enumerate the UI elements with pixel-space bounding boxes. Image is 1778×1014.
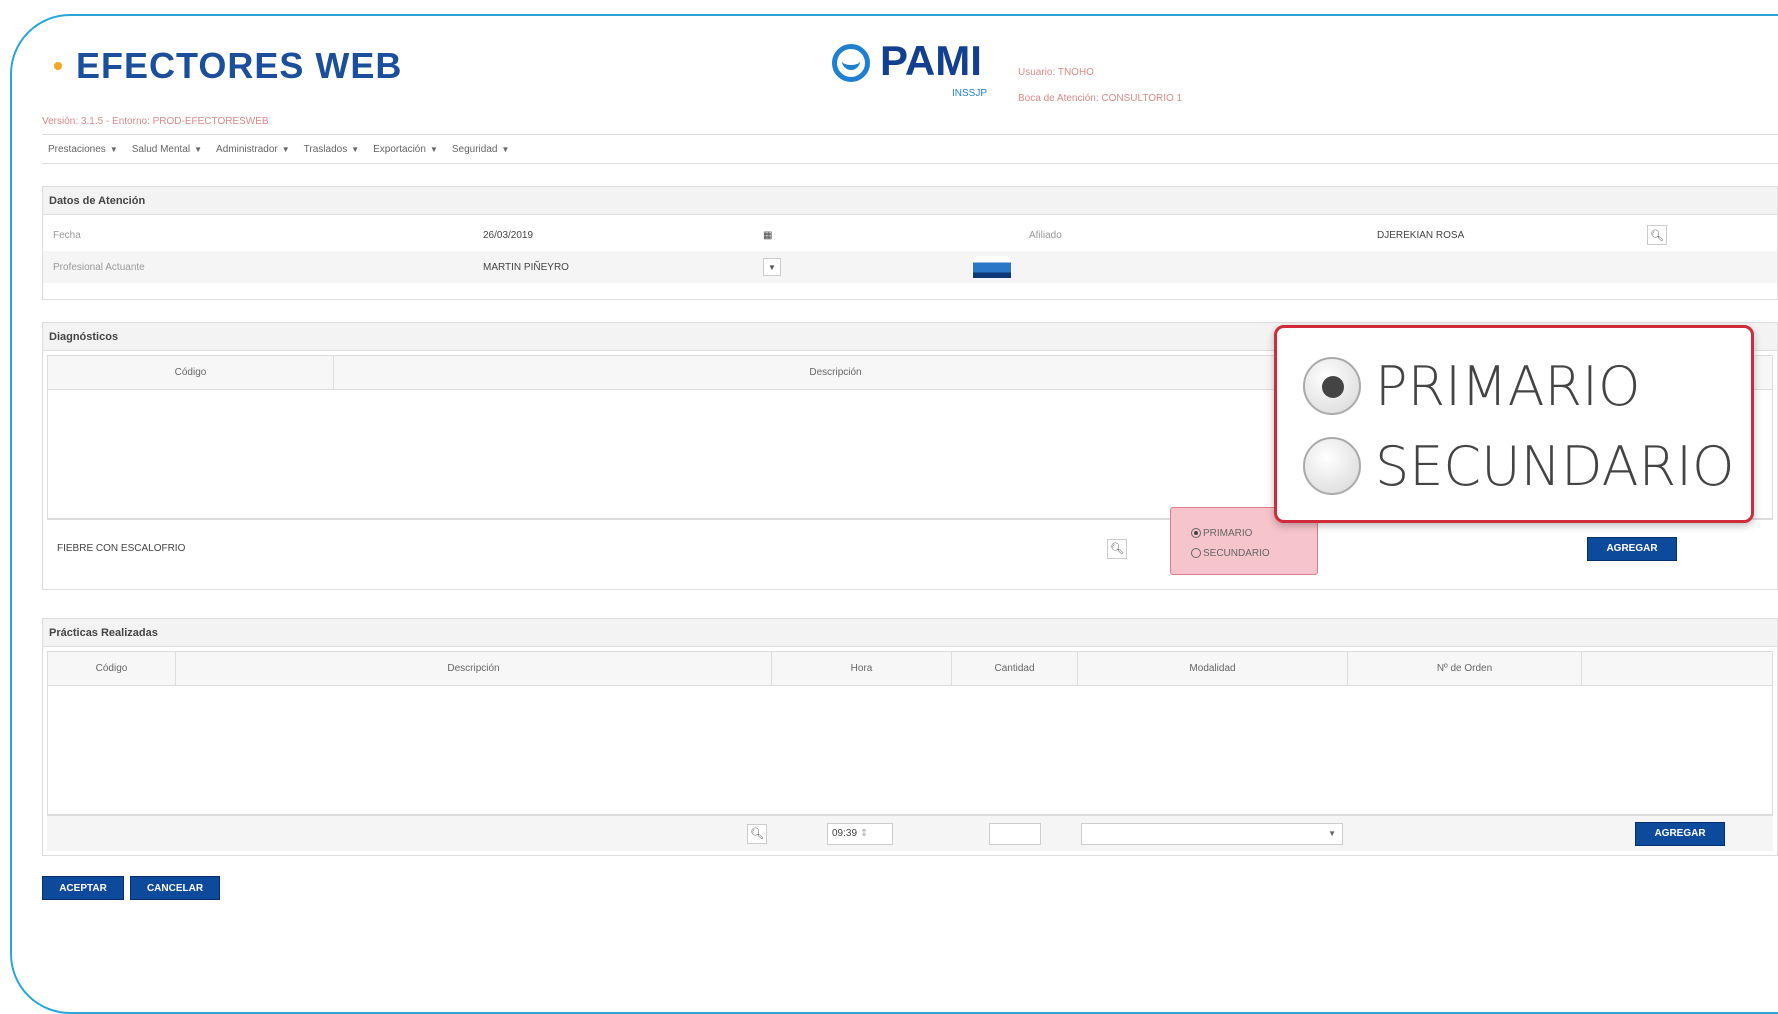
col-modalidad: Modalidad: [1078, 652, 1348, 685]
version-info: Versión: 3.1.5 - Entorno: PROD-EFECTORES…: [42, 116, 269, 127]
col-hora: Hora: [772, 652, 952, 685]
profesional-value[interactable]: MARTIN PIÑEYRO: [483, 262, 763, 273]
profesional-row: Profesional Actuante MARTIN PIÑEYRO ▼: [43, 251, 1777, 283]
search-diagnostico-icon[interactable]: 🔍︎: [1107, 538, 1127, 559]
panel-title: Datos de Atención: [43, 187, 1777, 215]
radio-selected-icon: [1303, 357, 1361, 415]
table-header: Código Descripción Hora Cantidad Modalid…: [48, 652, 1772, 686]
zoom-secundario-label: SECUNDARIO: [1375, 434, 1735, 498]
fecha-label: Fecha: [53, 229, 81, 241]
agregar-practica-button[interactable]: AGREGAR: [1635, 821, 1725, 846]
menu-prestaciones[interactable]: Prestaciones ▼: [48, 144, 118, 155]
menu-label: Salud Mental: [131, 143, 191, 155]
radio-secundario-label: SECUNDARIO: [1203, 548, 1270, 559]
menu-exportacion[interactable]: Exportación ▼: [373, 144, 438, 155]
zoom-callout: PRIMARIO SECUNDARIO: [1274, 325, 1754, 523]
datos-atencion-panel: Datos de Atención Fecha 26/03/2019 ▦ Afi…: [42, 186, 1778, 300]
diagnostico-input-row: FIEBRE CON ESCALOFRIO 🔍︎ AGREGAR: [47, 519, 1773, 577]
radio-primario-label: PRIMARIO: [1203, 528, 1253, 539]
col-descripcion: Descripción: [176, 652, 772, 685]
zoom-secundario-row: SECUNDARIO: [1303, 426, 1751, 506]
calendar-icon[interactable]: ▦: [763, 230, 1029, 241]
practicas-panel: Prácticas Realizadas Código Descripción …: [42, 618, 1778, 856]
col-descripcion: Descripción: [334, 356, 1338, 389]
zoom-primario-label: PRIMARIO: [1375, 354, 1641, 418]
col-cantidad: Cantidad: [952, 652, 1078, 685]
radio-unselected-icon: [1303, 437, 1361, 495]
col-empty: [1582, 652, 1772, 685]
diagnostico-input[interactable]: FIEBRE CON ESCALOFRIO: [47, 543, 1107, 554]
menu-salud-mental[interactable]: Salud Mental ▼: [132, 144, 202, 155]
practica-input-row: 🔍︎ 09:39 ⇕ ▼ AGREGAR: [47, 815, 1773, 851]
fecha-row: Fecha 26/03/2019 ▦ Afiliado DJEREKIAN RO…: [43, 219, 1777, 251]
col-codigo: Código: [48, 356, 334, 389]
chevron-down-icon[interactable]: ▼: [763, 258, 781, 276]
search-practica-icon[interactable]: 🔍︎: [747, 823, 767, 844]
pami-subtitle: INSSJP: [952, 88, 988, 99]
cantidad-input[interactable]: [989, 822, 1041, 845]
menu-seguridad[interactable]: Seguridad ▼: [452, 144, 510, 155]
afiliado-label: Afiliado: [1029, 229, 1062, 241]
hora-input[interactable]: 09:39 ⇕: [827, 822, 893, 845]
zoom-primario-row: PRIMARIO: [1303, 346, 1751, 426]
menu-label: Traslados: [303, 143, 348, 155]
caret-down-icon: ▼: [501, 144, 510, 154]
menu-label: Exportación: [373, 143, 426, 155]
caret-down-icon: ▼: [429, 144, 438, 154]
profesional-label: Profesional Actuante: [53, 261, 145, 273]
panel-title: Prácticas Realizadas: [43, 619, 1777, 647]
aceptar-button[interactable]: ACEPTAR: [42, 876, 124, 900]
app-title: EFECTORES WEB: [54, 45, 402, 87]
col-codigo: Código: [48, 652, 176, 685]
user-label: Usuario: TNOHO: [1018, 67, 1094, 78]
radio-unselected-icon[interactable]: [1191, 548, 1201, 559]
boca-label: Boca de Atención: CONSULTORIO 1: [1018, 93, 1183, 104]
table-body: [48, 686, 1772, 814]
col-orden: Nº de Orden: [1348, 652, 1582, 685]
agregar-diagnostico-button[interactable]: AGREGAR: [1587, 536, 1677, 561]
radio-selected-icon[interactable]: [1191, 528, 1201, 539]
pami-logo: PAMI INSSJP: [832, 37, 987, 99]
bullet-icon: [54, 62, 62, 70]
card-icon: [973, 256, 1011, 278]
practicas-table: Código Descripción Hora Cantidad Modalid…: [47, 651, 1773, 815]
pami-smile-icon: [832, 44, 870, 82]
caret-down-icon: ▼: [281, 144, 290, 154]
fecha-value[interactable]: 26/03/2019: [483, 230, 763, 241]
form-actions: ACEPTAR CANCELAR: [42, 876, 220, 900]
caret-down-icon: ▼: [109, 144, 118, 154]
menu-label: Prestaciones: [48, 143, 106, 155]
afiliado-value[interactable]: DJEREKIAN ROSA: [1377, 230, 1647, 241]
menu-label: Administrador: [216, 143, 278, 155]
pami-brand: PAMI: [880, 37, 982, 84]
caret-down-icon: ▼: [351, 144, 360, 154]
menu-administrador[interactable]: Administrador ▼: [216, 144, 290, 155]
modalidad-select[interactable]: ▼: [1081, 822, 1343, 845]
app-title-text: EFECTORES WEB: [76, 45, 403, 86]
main-menu: Prestaciones ▼ Salud Mental ▼ Administrado…: [42, 134, 1778, 164]
hora-value: 09:39: [832, 828, 858, 839]
cancelar-button[interactable]: CANCELAR: [130, 876, 220, 900]
search-afiliado-icon[interactable]: 🔍︎: [1647, 225, 1667, 245]
menu-label: Seguridad: [451, 143, 498, 155]
user-info: Usuario: TNOHO Boca de Atención: CONSULT…: [1018, 60, 1182, 112]
menu-traslados[interactable]: Traslados ▼: [304, 144, 359, 155]
radio-primario[interactable]: PRIMARIO: [1191, 524, 1317, 544]
stepper-icon[interactable]: ⇕: [860, 828, 868, 839]
page: EFECTORES WEB Versión: 3.1.5 - Entorno: …: [42, 0, 1778, 936]
caret-down-icon: ▼: [194, 144, 203, 154]
radio-secundario[interactable]: SECUNDARIO: [1191, 544, 1317, 564]
